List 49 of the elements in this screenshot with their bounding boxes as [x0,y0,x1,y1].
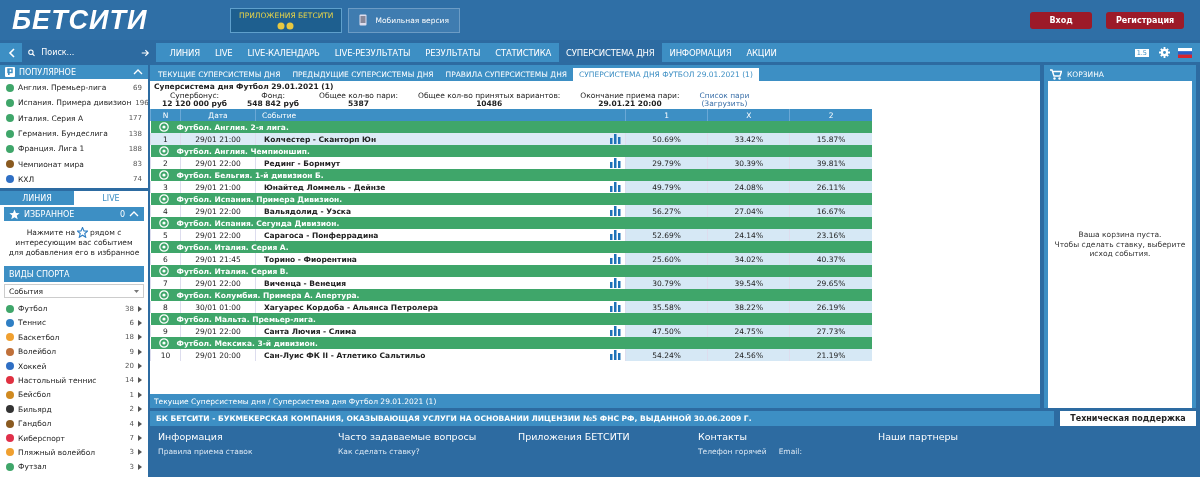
bar-chart-icon[interactable] [610,134,621,145]
nav-item[interactable]: LIVE-КАЛЕНДАРЬ [240,43,328,62]
bar-chart-icon[interactable] [610,326,621,337]
nav-item[interactable]: РЕЗУЛЬТАТЫ [417,43,488,62]
nav-item[interactable]: LIVE-РЕЗУЛЬТАТЫ [327,43,418,62]
bar-chart-icon[interactable] [610,302,621,313]
support-panel[interactable]: Техническая поддержка [1060,411,1196,426]
bar-chart-icon[interactable] [610,158,621,169]
bar-chart-icon[interactable] [610,350,621,361]
collapse-icon[interactable] [129,211,139,218]
nav-item[interactable]: ЛИНИЯ [162,43,208,62]
footer-heading: Контакты [698,431,748,442]
favorites-header[interactable]: ИЗБРАННОЕ 0 [4,207,144,222]
bar-chart-icon[interactable] [610,182,621,193]
login-button[interactable]: Вход [1030,11,1092,29]
nav-item[interactable]: АКЦИИ [738,43,785,62]
bar-chart-icon[interactable] [610,278,621,289]
search-icon [28,47,36,58]
back-icon[interactable] [8,47,16,58]
bar-chart-icon[interactable] [610,230,621,241]
footer-heading: Наши партнеры [878,431,960,442]
phone-icon [359,14,368,26]
footer-heading: Часто задаваемые вопросы [338,431,478,442]
p-icon [5,67,15,77]
nav-item[interactable]: СУПЕРСИСТЕМА ДНЯ [558,43,662,62]
nav-item[interactable]: СТАТИСТИКА [487,43,559,62]
footer-heading: Приложения БЕТСИТИ [518,431,631,442]
flag-icon[interactable] [1178,47,1192,58]
settings-icon[interactable] [1159,47,1170,58]
sports-header: ВИДЫ СПОРТА [4,266,144,283]
bar-chart-icon[interactable] [610,206,621,217]
footer-heading: Информация [158,431,224,442]
popular-title: ПОПУЛЯРНОЕ [19,67,76,77]
nav-item[interactable]: ИНФОРМАЦИЯ [662,43,739,62]
collapse-icon[interactable] [133,69,143,75]
nav-item[interactable]: LIVE [207,43,241,62]
star-icon [9,208,20,220]
bar-chart-icon[interactable] [610,254,621,265]
dropdown-icon [134,289,139,293]
register-button[interactable]: Регистрация [1106,11,1184,29]
logo[interactable]: БЕТСИТИ [12,4,212,36]
star-outline-icon [77,227,89,239]
favorites-count: 0 [119,209,125,219]
search-field[interactable]: Поиск... [39,47,138,58]
search-box[interactable]: Поиск... [22,43,156,62]
arrow-right-icon[interactable] [141,47,150,58]
popular-header[interactable]: ПОПУЛЯРНОЕ [0,65,148,79]
favorites-title: ИЗБРАННОЕ [24,209,75,219]
sidebar-tab[interactable]: ЛИНИЯ [0,191,74,206]
